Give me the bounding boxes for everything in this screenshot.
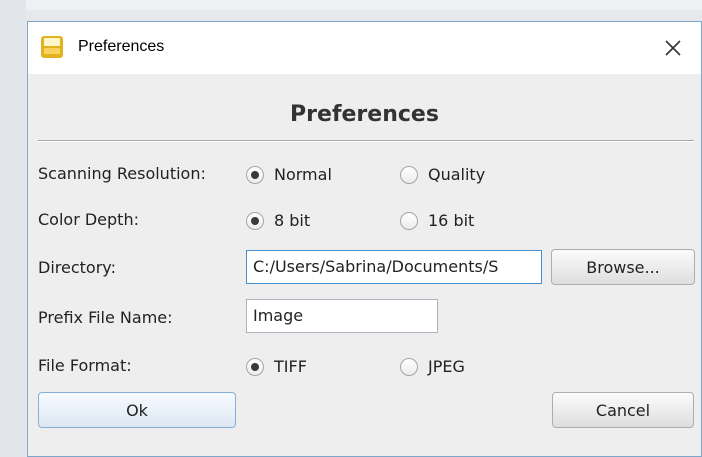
radio-normal-label: Normal [274, 165, 332, 184]
dialog-heading: Preferences [290, 102, 439, 127]
radio-quality[interactable]: Quality [400, 165, 485, 184]
window-title: Preferences [78, 38, 165, 55]
desktop-background-left [0, 0, 26, 457]
preferences-dialog: Preferences Preferences Scanning Resolut… [27, 21, 702, 457]
radio-8bit-label: 8 bit [274, 211, 311, 230]
radio-normal[interactable]: Normal [246, 165, 332, 184]
file-format-label: File Format: [38, 356, 132, 375]
radio-16bit-label: 16 bit [428, 211, 475, 230]
scanning-resolution-label: Scanning Resolution: [38, 164, 206, 183]
prefix-file-name-label: Prefix File Name: [38, 308, 173, 327]
desktop-background-top [0, 0, 702, 10]
browse-button[interactable]: Browse... [551, 249, 695, 285]
radio-jpeg[interactable]: JPEG [400, 357, 465, 376]
directory-label: Directory: [38, 258, 116, 277]
heading-divider [38, 140, 694, 142]
radio-quality-label: Quality [428, 165, 486, 184]
radio-tiff-button[interactable] [246, 357, 264, 376]
prefix-file-name-field[interactable]: Image [246, 299, 438, 333]
radio-16bit[interactable]: 16 bit [400, 211, 474, 230]
ok-button[interactable]: Ok [38, 392, 236, 428]
radio-tiff-label: TIFF [274, 357, 307, 376]
radio-jpeg-button[interactable] [400, 357, 418, 376]
color-depth-label: Color Depth: [38, 210, 139, 229]
sciview-app-icon [41, 36, 63, 58]
radio-16bit-button[interactable] [400, 211, 418, 230]
radio-quality-button[interactable] [400, 165, 418, 184]
radio-8bit[interactable]: 8 bit [246, 211, 310, 230]
title-bar[interactable]: Preferences [28, 22, 701, 74]
cancel-button[interactable]: Cancel [552, 392, 694, 428]
radio-8bit-button[interactable] [246, 211, 264, 230]
radio-jpeg-label: JPEG [428, 357, 465, 376]
close-icon[interactable] [661, 36, 685, 60]
radio-normal-button[interactable] [246, 165, 264, 184]
radio-tiff[interactable]: TIFF [246, 357, 307, 376]
directory-field[interactable]: C:/Users/Sabrina/Documents/S [246, 250, 542, 284]
